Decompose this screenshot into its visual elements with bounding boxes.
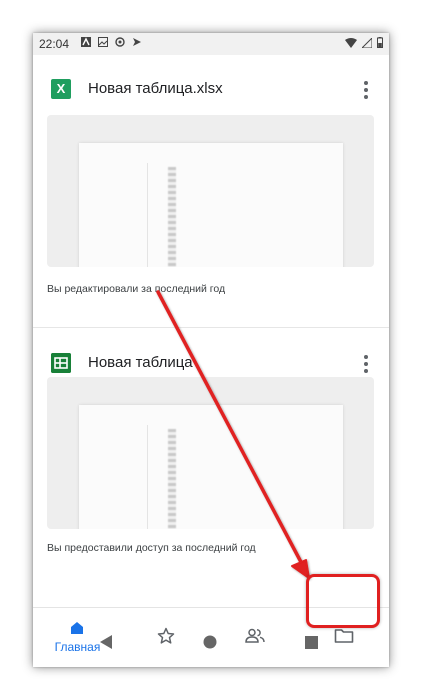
more-options-icon[interactable] <box>359 353 373 375</box>
sheet-preview <box>79 405 343 529</box>
file-activity-caption: Вы предоставили доступ за последний год <box>47 542 256 554</box>
file-card[interactable]: X Новая таблица.xlsx Вы редактировали за… <box>33 55 389 328</box>
more-options-icon[interactable] <box>359 79 373 101</box>
file-name: Новая таблица.xlsx <box>88 80 223 97</box>
wifi-icon <box>345 37 357 48</box>
folder-icon <box>334 629 354 643</box>
file-name: Новая таблица <box>88 354 193 371</box>
file-thumbnail[interactable] <box>47 377 374 529</box>
xlsx-file-icon: X <box>51 79 71 99</box>
system-status-icons <box>345 37 383 48</box>
system-back-icon[interactable] <box>99 635 113 649</box>
file-card[interactable]: Новая таблица Вы предоставили доступ за … <box>33 329 389 607</box>
highlight-box <box>306 574 380 628</box>
phone-screen: 22:04 X Новая таблица.xlsx Вы редактиров… <box>33 33 389 667</box>
sheet-preview <box>79 143 343 267</box>
status-bar: 22:04 <box>33 33 389 55</box>
file-thumbnail[interactable] <box>47 115 374 267</box>
notification-image-icon <box>98 37 108 47</box>
notification-flag-icon <box>133 38 141 46</box>
nav-shared[interactable] <box>211 608 300 667</box>
status-time: 22:04 <box>39 37 70 51</box>
nav-starred[interactable] <box>122 608 211 667</box>
signal-icon <box>362 37 372 48</box>
home-icon <box>71 622 83 634</box>
star-icon <box>157 627 175 644</box>
notification-icons <box>81 37 142 47</box>
notification-a-icon <box>81 37 91 47</box>
shared-people-icon <box>245 628 265 643</box>
sheets-file-icon <box>51 353 71 373</box>
system-recents-icon[interactable] <box>305 636 318 649</box>
file-activity-caption: Вы редактировали за последний год <box>47 283 226 295</box>
notification-sync-icon <box>115 37 125 47</box>
system-home-icon[interactable] <box>203 635 217 649</box>
battery-icon <box>377 37 383 48</box>
